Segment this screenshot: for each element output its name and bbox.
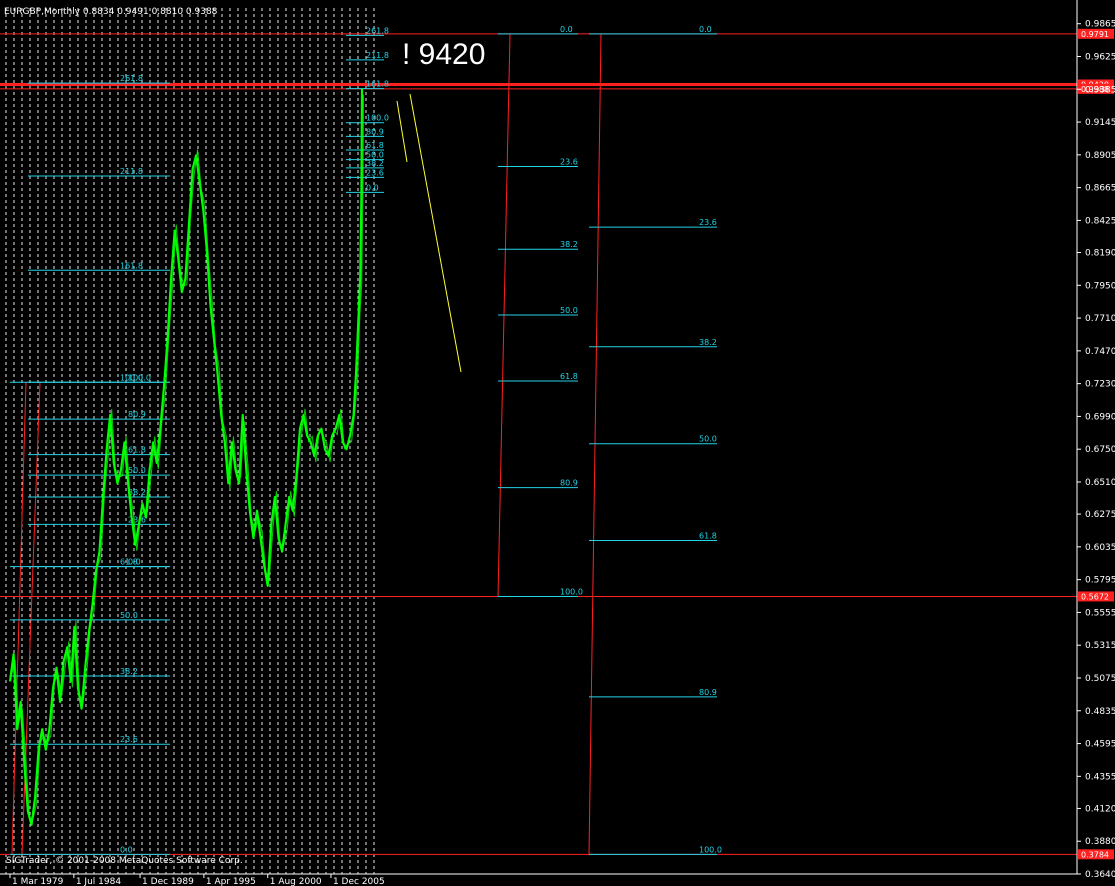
x-tick-label: 1 Aug 2000 xyxy=(270,877,322,886)
y-tick-label: 0.6275 xyxy=(1085,510,1115,520)
y-tick-label: 0.5315 xyxy=(1085,641,1115,651)
fib-level-label: 0.0 xyxy=(120,845,133,854)
fib-level-label: 38.2 xyxy=(699,338,717,347)
price-line xyxy=(8,88,364,826)
y-tick-label: 0.9385 xyxy=(1085,85,1115,95)
level-price-label: 0.9791 xyxy=(1081,30,1109,39)
price-series xyxy=(8,88,364,826)
fib-level-label: 61.8 xyxy=(366,141,384,150)
trend-line xyxy=(396,100,408,163)
fib-level-label: 261.8 xyxy=(120,74,143,83)
fib-level-label: 50.0 xyxy=(560,306,578,315)
fib-level-label: 211.8 xyxy=(120,167,143,176)
x-tick-label: 1 Dec 1989 xyxy=(142,877,194,886)
y-tick-label: 0.8665 xyxy=(1085,184,1115,194)
level-price-label: 0.3784 xyxy=(1081,850,1109,859)
fib-level-label: 38.2 xyxy=(366,159,384,168)
fib-level-label: 38.2 xyxy=(560,240,578,249)
axes: 0.9865 0.9625 0.9385 0.9145 0.8905 0.8665 0.84… xyxy=(0,0,1115,886)
y-tick-label: 0.7470 xyxy=(1085,347,1115,357)
fib-level-label: 211.8 xyxy=(366,51,389,60)
fib-level-label: 50.0 xyxy=(128,466,146,475)
fib-level-label: 50.0 xyxy=(120,611,138,620)
horizontal-levels: 0.97910.94200.93880.56720.3784 xyxy=(0,28,1114,860)
y-tick-label: 0.8425 xyxy=(1085,216,1115,226)
x-tick-label: 1 Apr 1995 xyxy=(206,877,256,886)
trend-lines xyxy=(396,93,462,373)
fib-level-label: 0.0 xyxy=(128,558,141,567)
chart-header: EURGBP,Monthly 0.8834 0.9491 0.8810 0.93… xyxy=(4,7,218,17)
fib-level-label: 100.0 xyxy=(366,114,389,123)
fib-level-label: 161.8 xyxy=(120,261,143,270)
y-tick-label: 0.8905 xyxy=(1085,151,1115,161)
fib-level-label: 23.6 xyxy=(560,157,578,166)
fib-level-label: 23.6 xyxy=(699,218,717,227)
price-annotation: ! 9420 xyxy=(402,38,485,71)
y-tick-label: 0.3880 xyxy=(1085,837,1115,847)
chart-canvas[interactable]: 0.97910.94200.93880.56720.3784 0.023.638… xyxy=(0,0,1115,886)
fib-level-label: 161.8 xyxy=(366,80,389,89)
fib-level-label: 80.9 xyxy=(128,410,146,419)
y-tick-label: 0.6990 xyxy=(1085,412,1115,422)
y-tick-label: 0.9865 xyxy=(1085,20,1115,30)
y-tick-label: 0.6035 xyxy=(1085,543,1115,553)
y-tick-label: 0.5075 xyxy=(1085,674,1115,684)
fib-level-label: 80.9 xyxy=(366,127,384,136)
x-tick-label: 1 Dec 2005 xyxy=(333,877,385,886)
x-tick-label: 1 Mar 1979 xyxy=(12,877,64,886)
y-tick-label: 0.5795 xyxy=(1085,576,1115,586)
fib-level-label: 61.8 xyxy=(560,372,578,381)
y-tick-label: 0.4595 xyxy=(1085,740,1115,750)
y-tick-label: 0.4120 xyxy=(1085,804,1115,814)
y-tick-label: 0.4355 xyxy=(1085,772,1115,782)
y-tick-label: 0.6750 xyxy=(1085,445,1115,455)
fib-level-label: 100.0 xyxy=(128,373,151,382)
fib-level-label: 38.2 xyxy=(120,667,138,676)
fib-level-label: 61.8 xyxy=(128,446,146,455)
fib-level-label: 61.8 xyxy=(699,531,717,540)
fib-level-label: 0.0 xyxy=(699,25,712,34)
x-tick-label: 1 Jul 1984 xyxy=(76,877,121,886)
y-tick-label: 0.9145 xyxy=(1085,118,1115,128)
y-tick-label: 0.7230 xyxy=(1085,380,1115,390)
fib-level-label: 23.6 xyxy=(120,735,138,744)
fib-level-label: 80.9 xyxy=(560,479,578,488)
y-tick-label: 0.5555 xyxy=(1085,608,1115,618)
y-tick-label: 0.6510 xyxy=(1085,478,1115,488)
copyright-text: SIGTrader, © 2001-2008 MetaQuotes Softwa… xyxy=(6,856,243,866)
fib-level-label: 50.0 xyxy=(699,435,717,444)
y-tick-label: 0.3640 xyxy=(1085,870,1115,880)
price-line-range xyxy=(11,94,364,820)
y-tick-label: 0.9625 xyxy=(1085,52,1115,62)
fib-level-label: 100.0 xyxy=(560,587,583,596)
fib-level-label: 0.0 xyxy=(560,25,573,34)
y-tick-label: 0.7710 xyxy=(1085,314,1115,324)
fib-level-label: 23.6 xyxy=(366,168,384,177)
y-tick-label: 0.7950 xyxy=(1085,281,1115,291)
fib-level-label: 80.9 xyxy=(699,688,717,697)
fib-level-label: 261.8 xyxy=(366,26,389,35)
level-price-label: 0.5672 xyxy=(1081,592,1109,601)
y-tick-label: 0.8190 xyxy=(1085,249,1115,259)
trend-line xyxy=(409,93,462,373)
y-tick-label: 0.4835 xyxy=(1085,707,1115,717)
fib-level-label: 0.0 xyxy=(366,183,379,192)
fib-level-label: 100.0 xyxy=(699,845,722,854)
